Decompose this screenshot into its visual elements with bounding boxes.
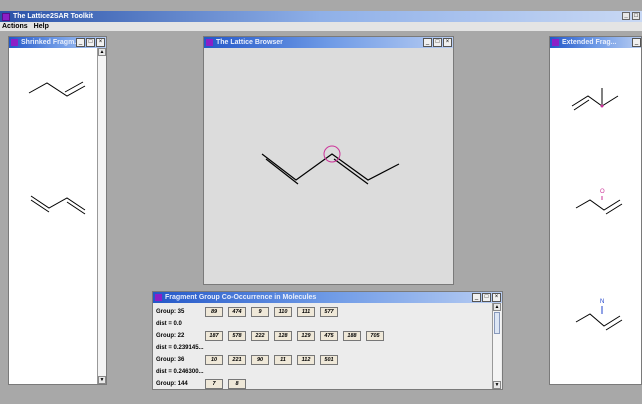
group-row-label: dist = 0.246300... xyxy=(156,369,204,375)
nitrogen-atom-label: N xyxy=(600,299,604,305)
app-title-bar: The Lattice2SAR Toolkit _ □ xyxy=(0,11,642,22)
app-maximize-button[interactable]: □ xyxy=(632,12,640,20)
window-icon xyxy=(11,39,18,46)
double-bond-line xyxy=(605,203,623,215)
group-row-label: Group: 22 xyxy=(156,333,185,339)
double-bond-line xyxy=(605,319,623,331)
group-row-label: Group: 144 xyxy=(156,381,188,387)
window-icon xyxy=(552,39,559,46)
window-icon xyxy=(206,39,213,46)
menu-actions[interactable]: Actions xyxy=(2,23,28,30)
highlighted-atom xyxy=(600,104,604,108)
molecule-id-button[interactable]: 112 xyxy=(297,355,315,365)
shrinked-fragments-window: Shrinked Fragm... _ □ × ▲ ▼ xyxy=(8,36,107,385)
cooccurrence-list: Group: 35 89 474 9 110 111 577 dist = 0.0 Group:… xyxy=(153,303,493,389)
molecule-id-button[interactable]: 474 xyxy=(228,307,246,317)
lattice-browser-title: The Lattice Browser xyxy=(216,39,283,46)
minimize-button[interactable]: _ xyxy=(472,293,481,302)
left-scrollbar[interactable]: ▲ ▼ xyxy=(97,48,106,384)
close-button[interactable]: × xyxy=(96,38,105,47)
fragment-structure xyxy=(571,95,619,107)
molecule-id-button[interactable]: 8 xyxy=(228,379,246,389)
molecule-id-button[interactable]: 187 xyxy=(205,331,223,341)
molecule-id-button[interactable]: 577 xyxy=(320,307,338,317)
window-icon xyxy=(155,294,162,301)
fragment-structure xyxy=(30,195,86,211)
close-button[interactable]: × xyxy=(492,293,501,302)
shrinked-fragments-title: Shrinked Fragm... xyxy=(21,39,81,46)
minimize-button[interactable]: _ xyxy=(76,38,85,47)
double-bond-line xyxy=(265,158,299,185)
shrinked-fragments-structures xyxy=(28,81,86,215)
close-button[interactable]: × xyxy=(443,38,452,47)
menu-help[interactable]: Help xyxy=(34,23,49,30)
fragment-structure xyxy=(575,199,621,211)
fragment-structure xyxy=(28,82,86,97)
molecule-id-button[interactable]: 705 xyxy=(366,331,384,341)
cooccurrence-window: Fragment Group Co-Occurrence in Molecule… xyxy=(152,291,503,390)
group-row-label: dist = 0.0 xyxy=(156,321,182,327)
molecule-structure xyxy=(261,153,400,181)
molecule-id-button[interactable]: 222 xyxy=(251,331,269,341)
double-bond-line xyxy=(573,99,590,111)
molecule-id-button[interactable]: 475 xyxy=(320,331,338,341)
molecule-id-button[interactable]: 9 xyxy=(251,307,269,317)
group-row-label: Group: 36 xyxy=(156,357,185,363)
group-row-label: dist = 0.239145... xyxy=(156,345,204,351)
molecule-id-button[interactable]: 89 xyxy=(205,307,223,317)
group-row-label: Group: 35 xyxy=(156,309,185,315)
double-bond-line xyxy=(64,81,84,93)
oxygen-atom-label: O xyxy=(600,189,605,195)
app-minimize-button[interactable]: _ xyxy=(622,12,630,20)
minimize-button[interactable]: _ xyxy=(423,38,432,47)
maximize-button[interactable]: □ xyxy=(86,38,95,47)
maximize-button[interactable]: □ xyxy=(433,38,442,47)
molecule-id-button[interactable]: 578 xyxy=(228,331,246,341)
app-icon xyxy=(2,12,10,21)
scroll-up-arrow[interactable]: ▲ xyxy=(493,303,501,311)
scroll-down-arrow[interactable]: ▼ xyxy=(493,381,501,389)
cooccurrence-titlebar[interactable]: Fragment Group Co-Occurrence in Molecule… xyxy=(153,292,502,303)
molecule-id-button[interactable]: 128 xyxy=(274,331,292,341)
extended-fragments-window: Extended Frag... _ □ O N xyxy=(549,36,642,385)
lattice-structure-canvas[interactable] xyxy=(204,48,453,284)
minimize-button[interactable]: _ xyxy=(632,38,641,47)
molecule-id-button[interactable]: 501 xyxy=(320,355,338,365)
molecule-id-button[interactable]: 111 xyxy=(297,307,315,317)
scroll-down-arrow[interactable]: ▼ xyxy=(98,376,106,384)
molecule-id-button[interactable]: 11 xyxy=(274,355,292,365)
scroll-thumb[interactable] xyxy=(494,312,500,334)
lattice-browser-window: The Lattice Browser _ □ × xyxy=(203,36,454,285)
cooccurrence-title: Fragment Group Co-Occurrence in Molecule… xyxy=(165,294,317,301)
lattice-browser-titlebar[interactable]: The Lattice Browser xyxy=(204,37,453,48)
scroll-up-arrow[interactable]: ▲ xyxy=(98,48,106,56)
molecule-id-button[interactable]: 90 xyxy=(251,355,269,365)
extended-fragments-structures: O N xyxy=(571,88,623,331)
cooccurrence-scrollbar[interactable]: ▲ ▼ xyxy=(492,303,501,389)
fragment-structure xyxy=(575,313,621,327)
extended-fragments-titlebar[interactable]: Extended Frag... xyxy=(550,37,641,48)
maximize-button[interactable]: □ xyxy=(482,293,491,302)
molecule-id-button[interactable]: 221 xyxy=(228,355,246,365)
app-title: The Lattice2SAR Toolkit xyxy=(13,13,93,20)
molecule-id-button[interactable]: 188 xyxy=(343,331,361,341)
molecule-id-button[interactable]: 129 xyxy=(297,331,315,341)
menu-bar: Actions Help xyxy=(0,22,642,31)
molecule-id-button[interactable]: 7 xyxy=(205,379,223,389)
molecule-id-button[interactable]: 110 xyxy=(274,307,292,317)
molecule-id-button[interactable]: 10 xyxy=(205,355,223,365)
extended-fragments-title: Extended Frag... xyxy=(562,39,617,46)
double-bond-line xyxy=(333,158,369,185)
